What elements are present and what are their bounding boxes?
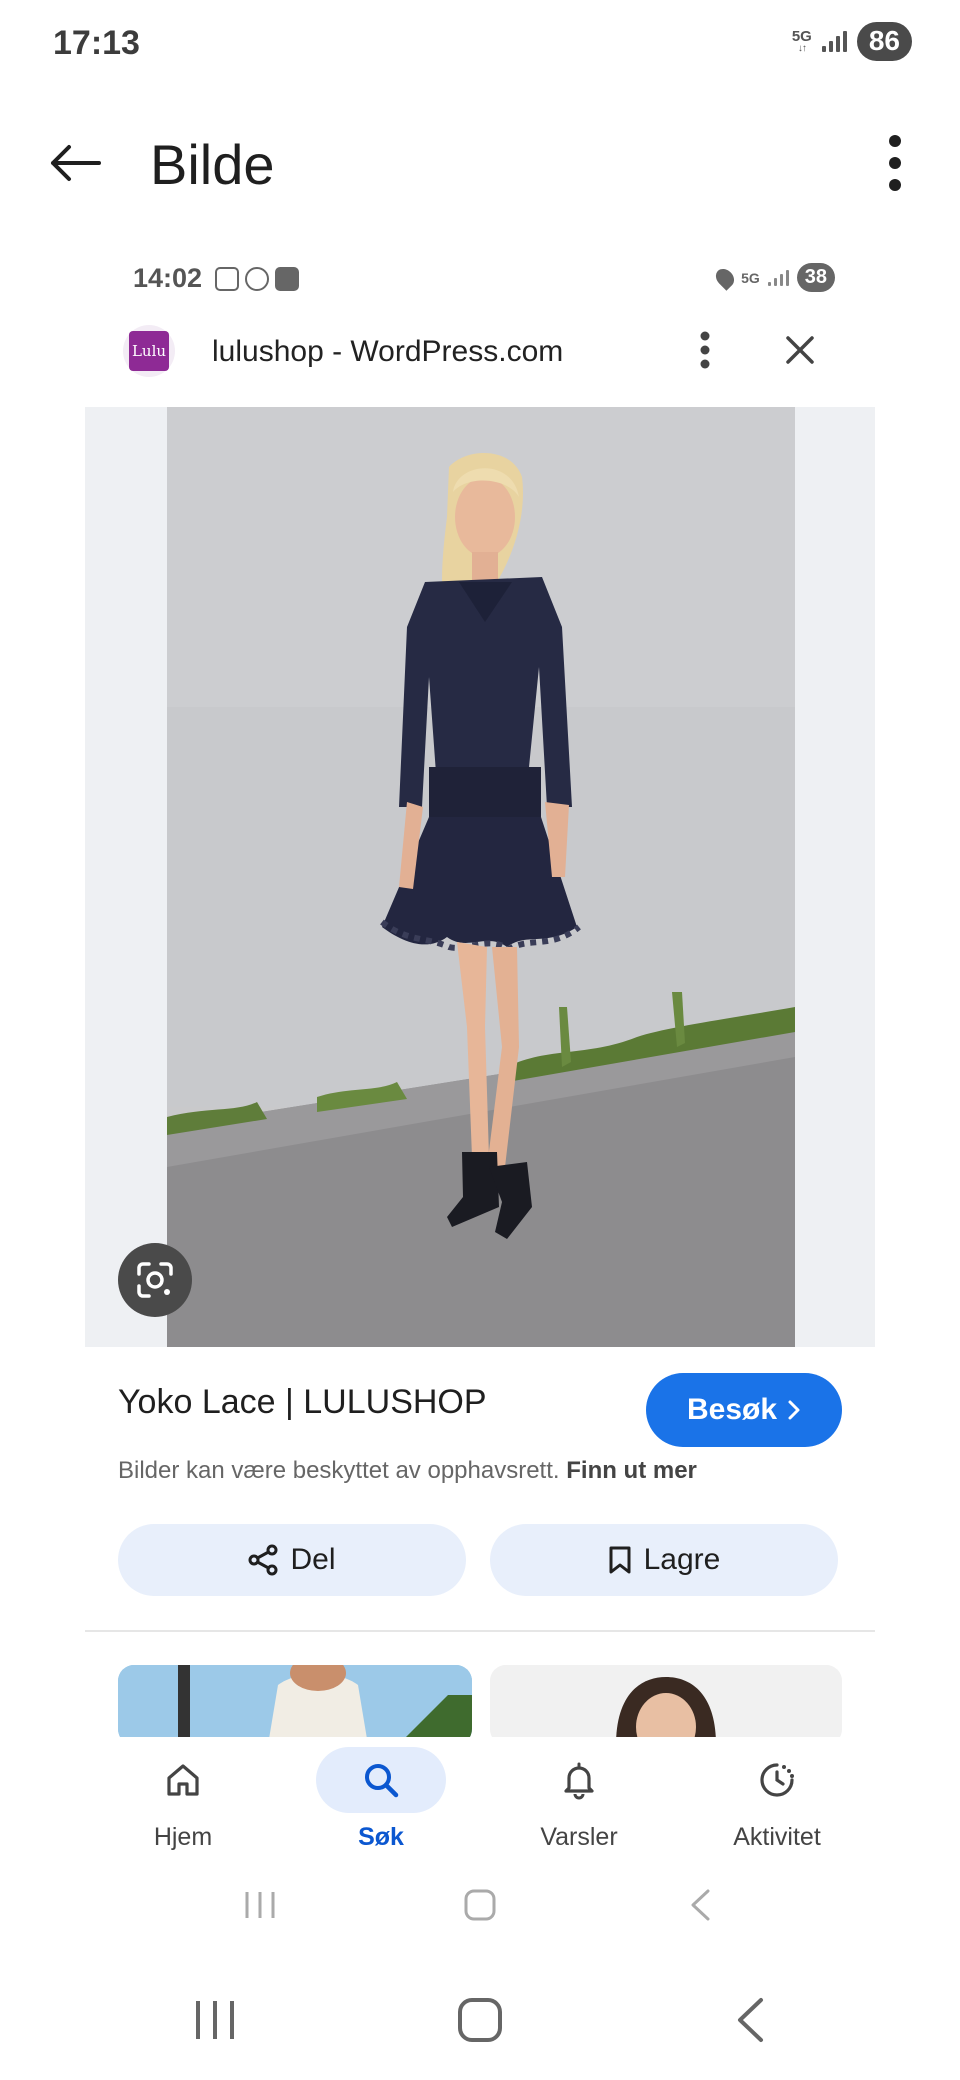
site-name: lulushop - WordPress.com <box>212 335 564 368</box>
favicon-logo: Lulu <box>129 331 169 371</box>
recents-button[interactable] <box>180 1985 250 2055</box>
signal-icon <box>821 30 847 53</box>
home-square-icon <box>464 1889 496 1921</box>
save-button-label: Lagre <box>643 1543 721 1576</box>
bell-icon <box>514 1747 644 1813</box>
inner-signal-icon <box>767 269 789 286</box>
share-icon <box>248 1544 278 1576</box>
divider <box>85 1630 875 1632</box>
related-images <box>118 1665 842 1737</box>
status-time: 17:13 <box>53 24 140 62</box>
learn-more-link[interactable]: Finn ut mer <box>566 1457 697 1484</box>
more-options-button[interactable] <box>870 128 920 198</box>
battery-indicator: 86 <box>856 22 912 61</box>
site-favicon: Lulu <box>123 325 175 377</box>
back-nav-button[interactable] <box>715 1985 785 2055</box>
inner-back-button[interactable] <box>675 1880 725 1930</box>
thumbnail-image <box>490 1665 842 1737</box>
app-bar: Bilde <box>0 110 960 210</box>
inner-system-navigation <box>85 1870 875 1940</box>
recents-icon <box>245 1892 275 1918</box>
back-button[interactable] <box>40 128 110 198</box>
thumbnail-image <box>118 1665 472 1737</box>
nav-item-notifications[interactable]: Varsler <box>489 1737 669 1867</box>
vibrate-icon <box>245 267 269 291</box>
copyright-notice: Bilder kan være beskyttet av opphavsrett… <box>118 1457 697 1485</box>
inner-notification-icons <box>215 267 299 291</box>
inner-recents-button[interactable] <box>235 1880 285 1930</box>
bookmark-icon <box>609 1546 631 1574</box>
inner-home-button[interactable] <box>455 1880 505 1930</box>
activity-icon <box>712 1747 842 1813</box>
nav-item-activity[interactable]: Aktivitet <box>687 1737 867 1867</box>
share-button-label: Del <box>290 1543 336 1576</box>
close-icon <box>786 336 814 364</box>
product-photo[interactable] <box>167 407 795 1347</box>
image-preview-frame <box>85 407 875 1347</box>
inner-battery-indicator: 38 <box>796 263 835 292</box>
location-icon <box>712 264 738 291</box>
kebab-menu-icon <box>889 135 901 191</box>
arrow-left-icon <box>51 145 101 181</box>
visit-button-label: Besøk <box>686 1393 778 1426</box>
photo-illustration <box>167 407 795 1347</box>
network-5g-icon: 5G ↓↑ <box>791 27 812 54</box>
page-title: Bilde <box>150 133 275 196</box>
nav-label: Hjem <box>153 1823 213 1851</box>
kebab-menu-icon <box>700 331 710 369</box>
related-image-thumbnail[interactable] <box>118 1665 472 1737</box>
nav-item-home[interactable]: Hjem <box>93 1737 273 1867</box>
inner-status-icons: 5G 38 <box>712 263 835 292</box>
status-icons: 5G ↓↑ 86 <box>792 22 912 61</box>
chevron-left-icon <box>691 1889 710 1921</box>
google-lens-button[interactable] <box>118 1243 192 1317</box>
result-title: Yoko Lace | LULUSHOP <box>118 1383 487 1421</box>
site-header: Lulu lulushop - WordPress.com <box>85 315 875 395</box>
home-icon <box>118 1747 248 1813</box>
nav-item-search[interactable]: Søk <box>291 1737 471 1867</box>
system-navigation <box>0 1975 960 2065</box>
save-button[interactable]: Lagre <box>490 1524 838 1596</box>
close-button[interactable] <box>775 325 825 375</box>
related-image-thumbnail[interactable] <box>490 1665 842 1737</box>
home-square-icon <box>458 1998 502 2042</box>
bottom-navigation: Hjem Søk Varsler Aktivitet <box>85 1737 875 1867</box>
inner-status-time: 14:02 <box>133 263 203 293</box>
lens-icon <box>137 1262 173 1298</box>
site-menu-button[interactable] <box>685 325 725 375</box>
chevron-right-icon <box>788 1400 800 1420</box>
share-button[interactable]: Del <box>118 1524 466 1596</box>
chevron-left-icon <box>738 1998 763 2042</box>
copyright-text: Bilder kan være beskyttet av opphavsrett… <box>118 1457 560 1484</box>
inner-status-bar: 14:02 5G 38 <box>85 255 875 305</box>
home-button[interactable] <box>445 1985 515 2055</box>
nav-label: Søk <box>358 1823 404 1851</box>
nav-label: Aktivitet <box>733 1823 821 1851</box>
visit-button[interactable]: Besøk <box>646 1373 842 1447</box>
screenshot-icon <box>215 267 239 291</box>
inner-network-icon: 5G <box>741 269 760 286</box>
nav-label: Varsler <box>540 1823 618 1851</box>
recents-icon <box>196 2001 234 2039</box>
search-icon <box>316 1747 446 1813</box>
message-icon <box>275 267 299 291</box>
status-bar: 17:13 5G ↓↑ 86 <box>0 0 960 90</box>
